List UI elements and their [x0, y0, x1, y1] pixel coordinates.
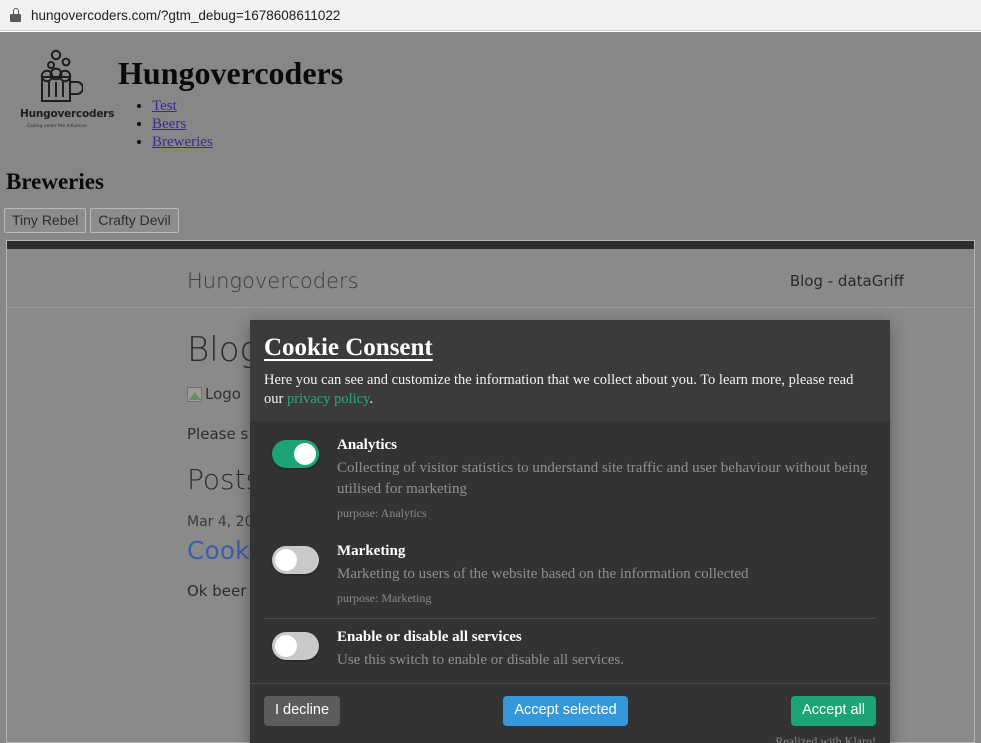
broken-image-alt-text: Logo [205, 385, 241, 404]
service-text-marketing: Marketing Marketing to users of the webs… [337, 543, 876, 606]
service-text-analytics: Analytics Collecting of visitor statisti… [337, 437, 876, 521]
toggle-knob [275, 635, 297, 657]
service-row-marketing: Marketing Marketing to users of the webs… [264, 533, 876, 618]
cookie-modal-title: Cookie Consent [264, 334, 433, 361]
cookie-consent-modal: Cookie Consent Here you can see and cust… [250, 320, 890, 743]
privacy-policy-link[interactable]: privacy policy [287, 391, 369, 407]
cookie-modal-footer: I decline Accept selected Accept all Rea… [250, 683, 890, 743]
service-description-analytics: Collecting of visitor statistics to unde… [337, 460, 868, 497]
site-logo[interactable]: Hungovercoders Coding under the influenc… [20, 44, 115, 128]
cookie-modal-description: Here you can see and customize the infor… [264, 371, 876, 409]
logo-wordmark: Hungovercoders [20, 108, 115, 120]
nav-link-test[interactable]: Test [152, 98, 177, 114]
service-description-all-services: Use this switch to enable or disable all… [337, 652, 625, 668]
lock-icon [10, 8, 21, 22]
embed-blog-link[interactable]: Blog - dataGriff [790, 272, 904, 290]
service-purpose-analytics: purpose: Analytics [337, 506, 427, 520]
page-content: Hungovercoders Coding under the influenc… [0, 32, 981, 743]
service-name-analytics: Analytics [337, 437, 397, 453]
service-row-all-services: Enable or disable all services Use this … [264, 618, 876, 683]
section-title-breweries: Breweries [6, 169, 104, 195]
embed-navbar: Hungovercoders Blog - dataGriff [7, 249, 974, 308]
embed-top-bar [7, 241, 974, 249]
service-name-marketing: Marketing [337, 543, 406, 559]
embed-brand[interactable]: Hungovercoders [187, 269, 359, 293]
cookie-modal-header: Cookie Consent Here you can see and cust… [250, 320, 890, 421]
browser-url-bar[interactable]: hungovercoders.com/?gtm_debug=1678608611… [0, 0, 981, 31]
cookie-button-row: I decline Accept selected Accept all [264, 696, 876, 726]
nav-item-beers[interactable]: Beers [152, 115, 343, 133]
tab-tiny-rebel[interactable]: Tiny Rebel [4, 208, 87, 234]
tab-crafty-devil[interactable]: Crafty Devil [90, 208, 179, 234]
toggle-all-services[interactable] [272, 632, 319, 660]
klaro-credit-link[interactable]: Realized with Klaro! [264, 734, 876, 743]
logo-tagline: Coding under the influence [27, 123, 87, 128]
nav-item-breweries[interactable]: Breweries [152, 133, 343, 151]
site-header: Hungovercoders Coding under the influenc… [0, 32, 981, 151]
toggle-knob [294, 443, 316, 465]
main-nav: Test Beers Breweries [118, 97, 343, 151]
service-row-analytics: Analytics Collecting of visitor statisti… [264, 427, 876, 533]
header-text-block: Hungovercoders Test Beers Breweries [94, 44, 343, 151]
nav-link-beers[interactable]: Beers [152, 116, 186, 132]
toggle-knob [275, 549, 297, 571]
page-title: Hungovercoders [118, 55, 344, 91]
cookie-description-suffix: . [369, 391, 373, 407]
service-name-all-services: Enable or disable all services [337, 629, 522, 645]
brewery-tab-row: Tiny Rebel Crafty Devil [4, 208, 981, 234]
nav-link-breweries[interactable]: Breweries [152, 134, 213, 150]
nav-item-test[interactable]: Test [152, 97, 343, 115]
service-purpose-marketing: purpose: Marketing [337, 591, 432, 605]
toggle-analytics[interactable] [272, 440, 319, 468]
accept-all-button[interactable]: Accept all [791, 696, 876, 726]
service-text-all-services: Enable or disable all services Use this … [337, 629, 876, 671]
beer-mug-icon [40, 49, 83, 102]
broken-image-icon [187, 386, 202, 402]
toggle-marketing[interactable] [272, 546, 319, 574]
url-text[interactable]: hungovercoders.com/?gtm_debug=1678608611… [31, 8, 340, 23]
broken-logo-image: Logo [187, 385, 241, 403]
cookie-services-list: Analytics Collecting of visitor statisti… [250, 421, 890, 683]
service-description-marketing: Marketing to users of the website based … [337, 566, 749, 582]
accept-selected-button[interactable]: Accept selected [503, 696, 628, 726]
decline-button[interactable]: I decline [264, 696, 341, 726]
